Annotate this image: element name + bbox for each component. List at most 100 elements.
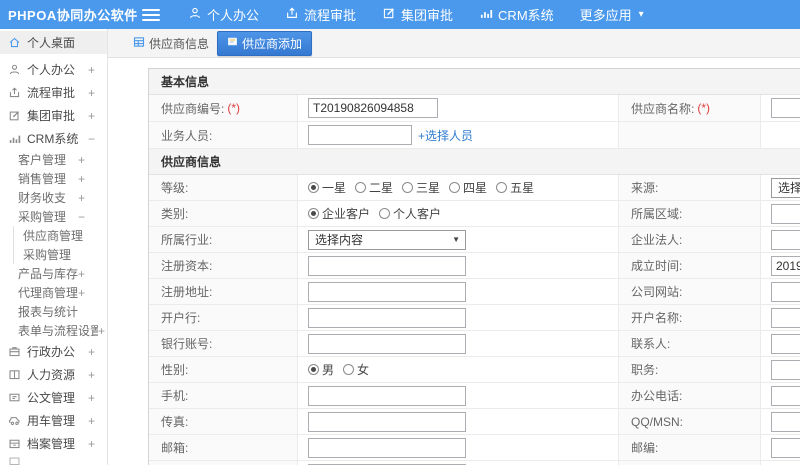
sidebar-item-hr[interactable]: 人力资源 +	[0, 363, 107, 386]
expand-plus-icon: +	[87, 436, 95, 451]
radio-grade-3[interactable]: 三星	[402, 179, 440, 196]
label-text: 业务人员:	[161, 128, 213, 143]
sidebar-item-personal-office[interactable]: 个人办公 +	[0, 58, 107, 81]
sidebar-item-form-flow-settings[interactable]: 表单与流程设置 +	[0, 321, 107, 340]
caret-down-icon: ▾	[638, 9, 644, 20]
industry-select[interactable]: 选择内容 ▼	[308, 229, 466, 250]
office-phone-input[interactable]	[771, 385, 800, 406]
sidebar-item-label: 产品与库存	[18, 267, 78, 281]
company-website-input[interactable]	[771, 281, 800, 302]
postcode-input[interactable]	[771, 437, 800, 458]
radio-icon[interactable]	[379, 208, 391, 219]
radio-category-person[interactable]: 个人客户	[379, 205, 441, 222]
account-name-input[interactable]	[771, 307, 800, 328]
job-title-input[interactable]	[771, 359, 800, 380]
radio-grade-2[interactable]: 二星	[355, 179, 393, 196]
field-label: 开户名称:	[619, 305, 761, 330]
folder-icon	[8, 455, 21, 465]
sidebar-item-personal-desktop[interactable]: 个人桌面	[0, 31, 107, 54]
sidebar-item-vehicle-mgmt[interactable]: 用车管理 +	[0, 409, 107, 432]
sidebar-item-supplier-mgmt[interactable]: 供应商管理	[13, 226, 107, 245]
nav-label: 个人办公	[207, 8, 260, 23]
sidebar-item-sales-mgmt[interactable]: 销售管理 +	[0, 169, 107, 188]
id-card-icon	[8, 368, 21, 381]
tab-supplier-add[interactable]: 供应商添加	[217, 30, 313, 56]
sidebar-item-crm-system[interactable]: CRM系统 −	[0, 127, 107, 150]
registered-address-input[interactable]	[308, 281, 466, 302]
sidebar-item-admin-office[interactable]: 行政办公 +	[0, 340, 107, 363]
contact-person-input[interactable]	[771, 333, 800, 354]
required-mark: (*)	[227, 101, 241, 115]
nav-crm-system[interactable]: CRM系统	[479, 5, 554, 24]
sidebar-item-purchase-mgmt[interactable]: 采购管理 −	[0, 207, 107, 226]
radio-label: 男	[322, 363, 335, 377]
form-row: 供应商编号:(*) 供应商名称:(*)	[149, 95, 800, 122]
sidebar-item-reports-stats[interactable]: 报表与统计	[0, 302, 107, 321]
bank-input[interactable]	[308, 307, 466, 328]
sidebar-item-label: 个人桌面	[27, 36, 76, 50]
user-icon	[188, 6, 202, 23]
expand-plus-icon: +	[87, 367, 95, 382]
sidebar-item-doc-mgmt[interactable]: 公文管理 +	[0, 386, 107, 409]
sidebar-item-archive-mgmt[interactable]: 档案管理 +	[0, 432, 107, 455]
radio-grade-1[interactable]: 一星	[308, 179, 346, 196]
edit-icon	[8, 109, 21, 122]
radio-gender-male[interactable]: 男	[308, 361, 334, 378]
nav-more-apps[interactable]: 更多应用 ▾	[580, 5, 644, 24]
radio-label: 二星	[369, 181, 394, 195]
radio-icon[interactable]	[343, 364, 355, 375]
tab-supplier-info[interactable]: 供应商信息	[133, 35, 209, 52]
field-label: 所属行业:	[149, 227, 298, 252]
radio-category-company[interactable]: 企业客户	[308, 205, 370, 222]
mobile-input[interactable]	[308, 385, 466, 406]
form-row: 等级: 一星 二星 三星 四星 五星 来源: 选择内容▼	[149, 175, 800, 201]
qq-msn-input[interactable]	[771, 411, 800, 432]
radio-gender-female[interactable]: 女	[343, 361, 369, 378]
workflow-icon	[8, 86, 21, 99]
sidebar-item-group-approval[interactable]: 集团审批 +	[0, 104, 107, 127]
supplier-code-input[interactable]	[308, 98, 438, 118]
sidebar-item-workflow-approval[interactable]: 流程审批 +	[0, 81, 107, 104]
supplier-form-panel: 基本信息 供应商编号:(*) 供应商名称:(*)	[148, 68, 800, 465]
nav-workflow-approval[interactable]: 流程审批	[285, 5, 356, 24]
select-value: 选择内容	[778, 181, 800, 195]
source-select[interactable]: 选择内容▼	[771, 177, 800, 198]
email-input[interactable]	[308, 437, 466, 458]
nav-personal-office[interactable]: 个人办公	[188, 5, 259, 24]
tab-label: 供应商添加	[242, 36, 303, 51]
sidebar-item-label: 行政办公	[27, 345, 76, 359]
field-label: 联系人:	[619, 331, 761, 356]
radio-grade-4[interactable]: 四星	[449, 179, 487, 196]
fax-input[interactable]	[308, 411, 466, 432]
expand-plus-icon: +	[77, 152, 85, 167]
nav-group-approval[interactable]: 集团审批	[382, 5, 453, 24]
radio-icon[interactable]	[355, 182, 367, 193]
radio-icon[interactable]	[449, 182, 461, 193]
radio-icon[interactable]	[496, 182, 508, 193]
sidebar-item-agent-mgmt[interactable]: 代理商管理 +	[0, 283, 107, 302]
menu-toggle-icon[interactable]	[142, 8, 160, 21]
registered-capital-input[interactable]	[308, 255, 466, 276]
sidebar-item-label: CRM系统	[27, 132, 79, 146]
select-value: 选择内容	[315, 233, 364, 247]
radio-grade-5[interactable]: 五星	[496, 179, 534, 196]
field-label: 地址:	[149, 461, 298, 465]
sidebar-item-product-stock[interactable]: 产品与库存 +	[0, 264, 107, 283]
radio-icon[interactable]	[308, 182, 319, 193]
radio-icon[interactable]	[308, 208, 319, 219]
region-input[interactable]	[771, 203, 800, 224]
sidebar-item-partial[interactable]	[0, 455, 107, 465]
field-label: 手机:	[149, 383, 298, 408]
legal-person-input[interactable]	[771, 229, 800, 250]
choose-person-link[interactable]: +选择人员	[418, 127, 473, 144]
established-date-input[interactable]	[771, 255, 800, 276]
bank-account-input[interactable]	[308, 333, 466, 354]
radio-icon[interactable]	[308, 364, 319, 375]
sidebar-item-finance[interactable]: 财务收支 +	[0, 188, 107, 207]
supplier-name-input[interactable]	[771, 98, 800, 118]
label-text: 供应商编号:	[161, 101, 225, 116]
radio-icon[interactable]	[402, 182, 414, 193]
staff-input[interactable]	[308, 125, 412, 145]
sidebar-item-customer-mgmt[interactable]: 客户管理 +	[0, 150, 107, 169]
sidebar-item-purchasing[interactable]: 采购管理	[13, 245, 107, 264]
